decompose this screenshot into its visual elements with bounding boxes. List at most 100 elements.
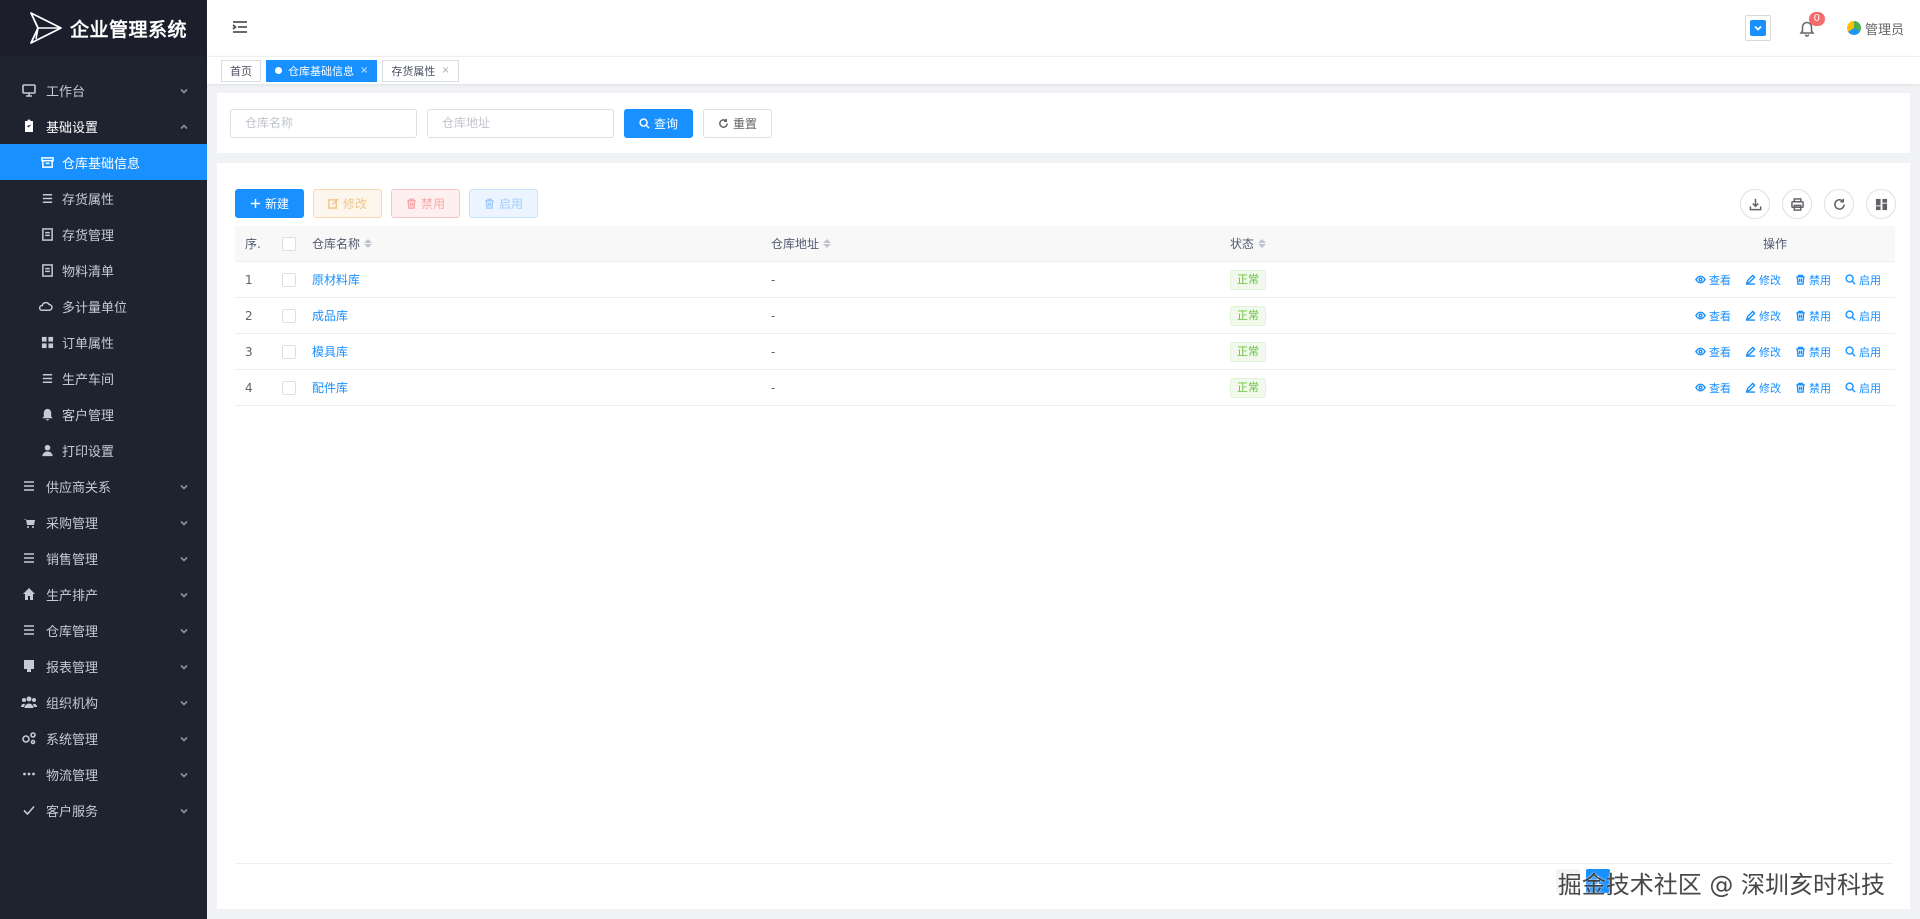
tab-warehouse-info[interactable]: 仓库基础信息 × <box>266 59 378 82</box>
view-link[interactable]: 查看 <box>1695 272 1731 288</box>
chevron-down-icon <box>179 481 189 491</box>
sidebar-item-purchase[interactable]: 采购管理 <box>0 504 207 540</box>
bell-icon <box>40 407 54 421</box>
disable-link[interactable]: 禁用 <box>1795 380 1831 396</box>
sidebar-item-customer-service[interactable]: 客户服务 <box>0 792 207 828</box>
edit-button[interactable]: 修改 <box>313 189 383 218</box>
prev-page-button[interactable] <box>1556 869 1580 893</box>
view-link[interactable]: 查看 <box>1695 380 1731 396</box>
page-number[interactable]: 1 <box>1586 869 1610 893</box>
warehouse-address: - <box>771 344 776 359</box>
disable-button[interactable]: 禁用 <box>391 189 461 218</box>
op-label: 禁用 <box>1809 309 1831 323</box>
row-checkbox[interactable] <box>282 272 296 287</box>
disable-link[interactable]: 禁用 <box>1795 308 1831 324</box>
export-button[interactable] <box>1740 189 1770 219</box>
table-row[interactable]: 4 配件库 - 正常 查看 修改 禁用 启用 <box>235 370 1895 406</box>
row-checkbox[interactable] <box>282 344 296 359</box>
sort-icon[interactable] <box>364 239 373 248</box>
enable-link[interactable]: 启用 <box>1845 272 1881 288</box>
header-dropdown[interactable] <box>1744 15 1771 41</box>
edit-label: 修改 <box>343 197 368 211</box>
enable-link[interactable]: 启用 <box>1845 380 1881 396</box>
warehouse-address: - <box>771 380 776 395</box>
edit-icon <box>328 198 339 209</box>
col-status[interactable]: 状态 <box>1230 235 1630 252</box>
row-checkbox[interactable] <box>282 380 296 395</box>
col-address[interactable]: 仓库地址 <box>771 235 1230 252</box>
eye-icon <box>1695 311 1706 320</box>
sort-icon[interactable] <box>823 239 832 248</box>
enable-button[interactable]: 启用 <box>469 189 539 218</box>
edit-link[interactable]: 修改 <box>1745 308 1781 324</box>
row-index: 3 <box>245 344 253 359</box>
disable-link[interactable]: 禁用 <box>1795 272 1831 288</box>
op-label: 禁用 <box>1809 345 1831 359</box>
menu-toggle-icon[interactable] <box>231 18 251 38</box>
sidebar-item-sales[interactable]: 销售管理 <box>0 540 207 576</box>
search-icon <box>1845 274 1856 285</box>
sidebar-item-basic-settings[interactable]: 基础设置 <box>0 108 207 144</box>
edit-link[interactable]: 修改 <box>1745 380 1781 396</box>
sidebar-item-inventory-attributes[interactable]: 存货属性 <box>0 180 207 216</box>
sidebar-item-warehouse-info[interactable]: 仓库基础信息 <box>0 144 207 180</box>
app-logo[interactable]: 企业管理系统 <box>0 0 207 56</box>
table-row[interactable]: 3 模具库 - 正常 查看 修改 禁用 启用 <box>235 334 1895 370</box>
query-button[interactable]: 查询 <box>624 108 694 138</box>
edit-link[interactable]: 修改 <box>1745 272 1781 288</box>
user-menu[interactable]: 管理员 <box>1846 19 1904 38</box>
eye-icon <box>1695 383 1706 392</box>
sidebar-item-production[interactable]: 生产排产 <box>0 576 207 612</box>
warehouse-name-link[interactable]: 模具库 <box>312 343 348 360</box>
warehouse-name-input[interactable] <box>230 108 417 138</box>
view-link[interactable]: 查看 <box>1695 344 1731 360</box>
action-toolbar: 新建 修改 禁用 启用 <box>235 189 539 218</box>
sidebar-item-multi-unit[interactable]: 多计量单位 <box>0 288 207 324</box>
sidebar-item-logistics[interactable]: 物流管理 <box>0 756 207 792</box>
col-name[interactable]: 仓库名称 <box>312 235 771 252</box>
sidebar-item-label: 系统管理 <box>46 732 99 748</box>
row-actions: 查看 修改 禁用 启用 <box>1630 344 1895 360</box>
disable-link[interactable]: 禁用 <box>1795 344 1831 360</box>
clipboard-icon <box>20 119 38 133</box>
table-row[interactable]: 2 成品库 - 正常 查看 修改 禁用 启用 <box>235 298 1895 334</box>
sort-icon[interactable] <box>1258 239 1267 248</box>
sidebar-item-order-attributes[interactable]: 订单属性 <box>0 324 207 360</box>
warehouse-name-link[interactable]: 原材料库 <box>312 271 360 288</box>
print-button[interactable] <box>1782 189 1812 219</box>
enable-link[interactable]: 启用 <box>1845 308 1881 324</box>
edit-link[interactable]: 修改 <box>1745 344 1781 360</box>
enable-link[interactable]: 启用 <box>1845 344 1881 360</box>
tab-inventory-attributes[interactable]: 存货属性 × <box>382 59 459 82</box>
op-label: 启用 <box>1859 273 1881 287</box>
tab-home[interactable]: 首页 <box>221 59 261 82</box>
table-row[interactable]: 1 原材料库 - 正常 查看 修改 禁用 启用 <box>235 262 1895 298</box>
sidebar-item-print-settings[interactable]: 打印设置 <box>0 432 207 468</box>
sidebar-item-bom[interactable]: 物料清单 <box>0 252 207 288</box>
row-checkbox[interactable] <box>282 308 296 323</box>
sidebar-item-workshop[interactable]: 生产车间 <box>0 360 207 396</box>
warehouse-name-link[interactable]: 配件库 <box>312 379 348 396</box>
sidebar-item-workbench[interactable]: 工作台 <box>0 72 207 108</box>
sidebar-item-inventory-management[interactable]: 存货管理 <box>0 216 207 252</box>
warehouse-name-link[interactable]: 成品库 <box>312 307 348 324</box>
close-icon[interactable]: × <box>360 65 368 76</box>
sidebar-item-reports[interactable]: 报表管理 <box>0 648 207 684</box>
warehouse-address-input[interactable] <box>427 108 614 138</box>
refresh-button[interactable] <box>1824 189 1854 219</box>
columns-button[interactable] <box>1866 189 1896 219</box>
new-button[interactable]: 新建 <box>235 189 305 218</box>
reset-button[interactable]: 重置 <box>703 108 773 138</box>
notification-bell[interactable]: 0 <box>1799 12 1825 38</box>
select-all-checkbox[interactable] <box>282 236 296 251</box>
view-link[interactable]: 查看 <box>1695 308 1731 324</box>
sidebar-item-label: 物流管理 <box>46 768 99 784</box>
sidebar-item-supplier[interactable]: 供应商关系 <box>0 468 207 504</box>
search-icon <box>1845 382 1856 393</box>
sidebar-item-warehouse[interactable]: 仓库管理 <box>0 612 207 648</box>
sidebar-item-system[interactable]: 系统管理 <box>0 720 207 756</box>
close-icon[interactable]: × <box>441 65 449 76</box>
sidebar-item-label: 组织机构 <box>46 696 99 712</box>
sidebar-item-customer-management[interactable]: 客户管理 <box>0 396 207 432</box>
sidebar-item-organization[interactable]: 组织机构 <box>0 684 207 720</box>
